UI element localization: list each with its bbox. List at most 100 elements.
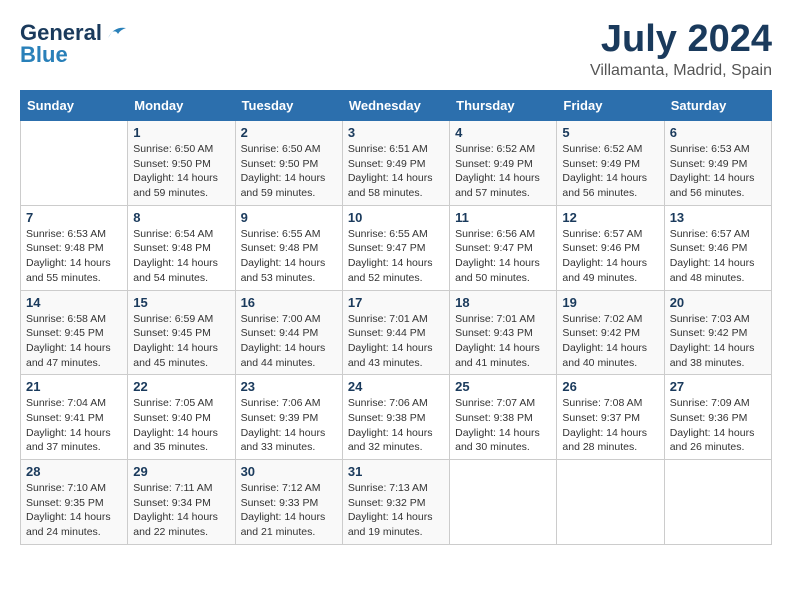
cell-info: Sunrise: 7:08 AM Sunset: 9:37 PM Dayligh… [562, 396, 658, 455]
day-number: 17 [348, 295, 444, 310]
location-subtitle: Villamanta, Madrid, Spain [590, 62, 772, 80]
day-number: 25 [455, 379, 551, 394]
calendar-table: SundayMondayTuesdayWednesdayThursdayFrid… [20, 90, 772, 545]
calendar-cell: 2Sunrise: 6:50 AM Sunset: 9:50 PM Daylig… [235, 121, 342, 206]
calendar-cell: 16 Sunrise: 7:00 AM Sunset: 9:44 PM Dayli… [235, 290, 342, 375]
header-friday: Friday [557, 91, 664, 121]
calendar-cell: 12 Sunrise: 6:57 AM Sunset: 9:46 PM Dayli… [557, 205, 664, 290]
calendar-cell: 30 Sunrise: 7:12 AM Sunset: 9:33 PM Dayli… [235, 460, 342, 545]
calendar-cell: 8Sunrise: 6:54 AM Sunset: 9:48 PM Daylig… [128, 205, 235, 290]
day-number: 22 [133, 379, 229, 394]
cell-info: Sunrise: 6:57 AM Sunset: 9:46 PM Dayligh… [670, 227, 766, 286]
calendar-cell: 20 Sunrise: 7:03 AM Sunset: 9:42 PM Dayli… [664, 290, 771, 375]
cell-info: Sunrise: 6:59 AM Sunset: 9:45 PM Dayligh… [133, 312, 229, 371]
day-number: 13 [670, 210, 766, 225]
calendar-cell: 4 Sunrise: 6:52 AM Sunset: 9:49 PM Daylig… [450, 121, 557, 206]
cell-info: Sunrise: 6:52 AM Sunset: 9:49 PM Dayligh… [455, 142, 551, 201]
day-number: 18 [455, 295, 551, 310]
header-thursday: Thursday [450, 91, 557, 121]
cell-info: Sunrise: 6:55 AM Sunset: 9:47 PM Dayligh… [348, 227, 444, 286]
header-wednesday: Wednesday [342, 91, 449, 121]
cell-info: Sunrise: 7:01 AM Sunset: 9:44 PM Dayligh… [348, 312, 444, 371]
day-number: 19 [562, 295, 658, 310]
header-tuesday: Tuesday [235, 91, 342, 121]
cell-info: Sunrise: 6:56 AM Sunset: 9:47 PM Dayligh… [455, 227, 551, 286]
calendar-header-row: SundayMondayTuesdayWednesdayThursdayFrid… [21, 91, 772, 121]
calendar-cell: 24 Sunrise: 7:06 AM Sunset: 9:38 PM Dayli… [342, 375, 449, 460]
page-header: General Blue July 2024 Villamanta, Madri… [20, 20, 772, 80]
calendar-cell [557, 460, 664, 545]
cell-info: Sunrise: 7:05 AM Sunset: 9:40 PM Dayligh… [133, 396, 229, 455]
cell-info: Sunrise: 6:51 AM Sunset: 9:49 PM Dayligh… [348, 142, 444, 201]
day-number: 31 [348, 464, 444, 479]
calendar-cell: 29 Sunrise: 7:11 AM Sunset: 9:34 PM Dayli… [128, 460, 235, 545]
day-number: 11 [455, 210, 551, 225]
month-year-title: July 2024 [590, 20, 772, 58]
cell-info: Sunrise: 7:03 AM Sunset: 9:42 PM Dayligh… [670, 312, 766, 371]
day-number: 26 [562, 379, 658, 394]
cell-info: Sunrise: 7:11 AM Sunset: 9:34 PM Dayligh… [133, 481, 229, 540]
cell-info: Sunrise: 7:06 AM Sunset: 9:39 PM Dayligh… [241, 396, 337, 455]
cell-info: Sunrise: 6:58 AM Sunset: 9:45 PM Dayligh… [26, 312, 122, 371]
cell-info: Sunrise: 7:07 AM Sunset: 9:38 PM Dayligh… [455, 396, 551, 455]
calendar-week-row: 28Sunrise: 7:10 AM Sunset: 9:35 PM Dayli… [21, 460, 772, 545]
day-number: 23 [241, 379, 337, 394]
cell-info: Sunrise: 7:04 AM Sunset: 9:41 PM Dayligh… [26, 396, 122, 455]
calendar-cell: 15 Sunrise: 6:59 AM Sunset: 9:45 PM Dayli… [128, 290, 235, 375]
cell-info: Sunrise: 7:02 AM Sunset: 9:42 PM Dayligh… [562, 312, 658, 371]
logo: General Blue [20, 20, 128, 68]
day-number: 1 [133, 125, 229, 140]
calendar-cell: 17 Sunrise: 7:01 AM Sunset: 9:44 PM Dayli… [342, 290, 449, 375]
calendar-cell [664, 460, 771, 545]
calendar-week-row: 1 Sunrise: 6:50 AM Sunset: 9:50 PM Daylig… [21, 121, 772, 206]
day-number: 30 [241, 464, 337, 479]
day-number: 2 [241, 125, 337, 140]
cell-info: Sunrise: 7:00 AM Sunset: 9:44 PM Dayligh… [241, 312, 337, 371]
day-number: 6 [670, 125, 766, 140]
calendar-week-row: 21 Sunrise: 7:04 AM Sunset: 9:41 PM Dayli… [21, 375, 772, 460]
cell-info: Sunrise: 6:53 AM Sunset: 9:48 PM Dayligh… [26, 227, 122, 286]
calendar-cell: 23 Sunrise: 7:06 AM Sunset: 9:39 PM Dayli… [235, 375, 342, 460]
cell-info: Sunrise: 7:13 AM Sunset: 9:32 PM Dayligh… [348, 481, 444, 540]
logo-blue: Blue [20, 42, 68, 68]
day-number: 12 [562, 210, 658, 225]
title-area: July 2024 Villamanta, Madrid, Spain [590, 20, 772, 80]
calendar-cell: 1 Sunrise: 6:50 AM Sunset: 9:50 PM Daylig… [128, 121, 235, 206]
calendar-cell: 10 Sunrise: 6:55 AM Sunset: 9:47 PM Dayli… [342, 205, 449, 290]
cell-info: Sunrise: 6:50 AM Sunset: 9:50 PM Dayligh… [133, 142, 229, 201]
day-number: 20 [670, 295, 766, 310]
calendar-cell: 21 Sunrise: 7:04 AM Sunset: 9:41 PM Dayli… [21, 375, 128, 460]
calendar-cell: 28Sunrise: 7:10 AM Sunset: 9:35 PM Dayli… [21, 460, 128, 545]
day-number: 16 [241, 295, 337, 310]
day-number: 3 [348, 125, 444, 140]
calendar-cell: 25 Sunrise: 7:07 AM Sunset: 9:38 PM Dayli… [450, 375, 557, 460]
day-number: 21 [26, 379, 122, 394]
day-number: 8 [133, 210, 229, 225]
day-number: 5 [562, 125, 658, 140]
calendar-week-row: 7 Sunrise: 6:53 AM Sunset: 9:48 PM Daylig… [21, 205, 772, 290]
day-number: 10 [348, 210, 444, 225]
cell-info: Sunrise: 7:12 AM Sunset: 9:33 PM Dayligh… [241, 481, 337, 540]
cell-info: Sunrise: 7:06 AM Sunset: 9:38 PM Dayligh… [348, 396, 444, 455]
day-number: 7 [26, 210, 122, 225]
calendar-cell: 6Sunrise: 6:53 AM Sunset: 9:49 PM Daylig… [664, 121, 771, 206]
calendar-cell: 3 Sunrise: 6:51 AM Sunset: 9:49 PM Daylig… [342, 121, 449, 206]
calendar-cell: 19 Sunrise: 7:02 AM Sunset: 9:42 PM Dayli… [557, 290, 664, 375]
day-number: 14 [26, 295, 122, 310]
day-number: 15 [133, 295, 229, 310]
day-number: 24 [348, 379, 444, 394]
calendar-cell: 22 Sunrise: 7:05 AM Sunset: 9:40 PM Dayli… [128, 375, 235, 460]
cell-info: Sunrise: 6:57 AM Sunset: 9:46 PM Dayligh… [562, 227, 658, 286]
logo-bird-icon [106, 24, 128, 42]
calendar-cell: 5 Sunrise: 6:52 AM Sunset: 9:49 PM Daylig… [557, 121, 664, 206]
cell-info: Sunrise: 7:01 AM Sunset: 9:43 PM Dayligh… [455, 312, 551, 371]
day-number: 29 [133, 464, 229, 479]
calendar-cell: 31 Sunrise: 7:13 AM Sunset: 9:32 PM Dayli… [342, 460, 449, 545]
calendar-cell [21, 121, 128, 206]
cell-info: Sunrise: 6:52 AM Sunset: 9:49 PM Dayligh… [562, 142, 658, 201]
day-number: 27 [670, 379, 766, 394]
day-number: 4 [455, 125, 551, 140]
header-saturday: Saturday [664, 91, 771, 121]
day-number: 9 [241, 210, 337, 225]
calendar-week-row: 14 Sunrise: 6:58 AM Sunset: 9:45 PM Dayli… [21, 290, 772, 375]
